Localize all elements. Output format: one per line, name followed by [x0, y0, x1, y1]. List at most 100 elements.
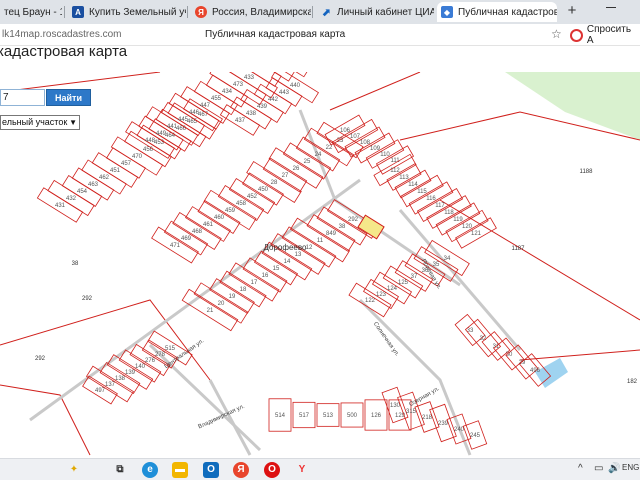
- parcel-number: 449: [156, 131, 167, 137]
- parcel-number: 470: [132, 154, 143, 160]
- parcel-number: 437: [235, 118, 246, 124]
- parcel-number: 439: [257, 104, 268, 110]
- road-line: [148, 343, 262, 452]
- parcel-number: 22: [326, 145, 333, 151]
- parcel-number: 29: [519, 360, 526, 366]
- object-type-value: ельный участок: [2, 117, 68, 127]
- parcel-number: 315: [406, 409, 417, 415]
- opera-icon[interactable]: O: [264, 462, 280, 478]
- edge-icon[interactable]: e: [142, 462, 158, 478]
- tab-cian[interactable]: ⬈ Личный кабинет ЦИАН: [316, 2, 434, 22]
- forest-area: [505, 72, 640, 140]
- parcel-number: 457: [121, 161, 132, 167]
- parcel-number: 441: [167, 124, 178, 130]
- parcel-number: 38: [72, 261, 79, 267]
- parcel-number: 19: [229, 294, 236, 300]
- tab-label: Купить Земельный участ: [89, 6, 186, 18]
- cadastre-icon: ◆: [441, 6, 453, 18]
- tab-yandex-maps[interactable]: Я Россия, Владимирская о: [191, 2, 311, 22]
- language-indicator[interactable]: ENG: [622, 463, 639, 472]
- parcel-number: 432: [66, 196, 77, 202]
- parcel-number: 500: [347, 413, 358, 419]
- parcel-number: 452: [247, 194, 258, 200]
- parcel-number: 21: [207, 308, 214, 314]
- cadastral-map[interactable]: 431 432 454 463 462 451 457 470 456 453 464 466 465 4…: [0, 72, 640, 458]
- tab-avito-land[interactable]: A Купить Земельный участ: [68, 2, 186, 22]
- parcel-number: 468: [192, 229, 203, 235]
- parcel-number: 17: [251, 280, 258, 286]
- parcel-number: 460: [214, 215, 225, 221]
- parcel-number: 14: [284, 259, 291, 265]
- search-button[interactable]: Найти: [46, 89, 91, 106]
- object-type-select[interactable]: ельный участок ▼: [0, 115, 80, 130]
- parcel-number: 443: [279, 90, 290, 96]
- tab-cadastre-map[interactable]: ◆ Публичная кадастрова ✕: [437, 2, 557, 22]
- parcel-number: 431: [55, 203, 66, 209]
- parcel-number: 110: [380, 152, 390, 158]
- parcel-number: 123: [376, 292, 387, 298]
- parcel-number: 278: [155, 352, 166, 358]
- tab-label: Публичная кадастрова: [458, 6, 557, 18]
- parcel-number: 433: [244, 75, 255, 81]
- parcel-number: 109: [370, 146, 381, 152]
- yandex-icon[interactable]: Y: [294, 462, 310, 478]
- copilot-icon[interactable]: ✦: [66, 462, 82, 478]
- parcel-number: 31: [493, 344, 500, 350]
- parcel-number: 38: [339, 224, 346, 230]
- parcel-number: 28: [271, 180, 278, 186]
- parcel-number: 849: [326, 231, 337, 237]
- parcel-number: 469: [181, 236, 192, 242]
- parcel-number: 125: [398, 280, 409, 286]
- map-canvas[interactable]: 4314324544634624514574704564534644664654…: [0, 72, 640, 458]
- volume-icon[interactable]: 🔊: [608, 463, 620, 474]
- new-tab-button[interactable]: +: [563, 2, 581, 20]
- parcel-number: 454: [77, 189, 88, 195]
- street-label: Озерная ул.: [408, 386, 440, 408]
- minimize-icon[interactable]: [606, 7, 616, 8]
- parcel-number: 124: [387, 286, 398, 292]
- boundary-line: [439, 199, 640, 321]
- parcel-number: 445: [178, 117, 189, 123]
- parcel-number: 292: [35, 356, 46, 362]
- parcel-number: 455: [211, 96, 222, 102]
- avito-icon: A: [72, 6, 84, 18]
- parcel-number: 292: [348, 217, 359, 223]
- yandex-browser-icon[interactable]: Я: [233, 462, 249, 478]
- parcel-number: 514: [275, 413, 286, 419]
- parcel-number: 245: [470, 433, 481, 439]
- tray-overflow-icon[interactable]: ^: [578, 463, 583, 474]
- tab-browns-house[interactable]: тец Браун - 10 с: [0, 2, 62, 22]
- parcel-number: 24: [315, 152, 322, 158]
- parcel-number: 11: [317, 238, 324, 244]
- parcel-number: 140: [135, 364, 146, 370]
- page-heading: кадастровая карта: [0, 43, 128, 60]
- outlook-icon[interactable]: O: [203, 462, 219, 478]
- file-explorer-icon[interactable]: ▬: [172, 462, 188, 478]
- taskbar: ✦ ⧉ e ▬ O Я O Y ^ ▭ 🔊 ENG: [0, 458, 640, 480]
- parcel-number: 20: [218, 301, 225, 307]
- browser-tab-bar: тец Браун - 10 с A Купить Земельный учас…: [0, 0, 640, 24]
- alice-icon: [570, 28, 583, 42]
- parcel-number: 35: [433, 262, 440, 268]
- task-view-icon[interactable]: ⧉: [112, 462, 128, 478]
- boundary-line: [519, 349, 640, 361]
- parcel-number: 447: [200, 103, 211, 109]
- parcel-number: 137: [105, 382, 116, 388]
- parcel-number: 440: [290, 83, 301, 89]
- parcel-number: 461: [203, 222, 214, 228]
- ask-alice-button[interactable]: Спросить А: [570, 24, 640, 46]
- boundary-line: [329, 72, 421, 111]
- tab-separator: [312, 6, 313, 18]
- parcel-number: 26: [293, 166, 300, 172]
- locality-label: Дорофеево: [264, 243, 307, 252]
- parcel-number: 18: [240, 287, 247, 293]
- parcel-number: 33: [467, 328, 474, 334]
- monitor-icon[interactable]: ▭: [594, 463, 603, 474]
- url-field[interactable]: lk14map.roscadastres.com: [2, 29, 122, 40]
- parcel-number: 446: [189, 110, 200, 116]
- bookmark-icon[interactable]: ☆: [551, 27, 562, 41]
- parcel-number: 15: [273, 266, 280, 272]
- cadastral-number-input[interactable]: 7: [0, 89, 45, 106]
- street-label: Владимирская ул.: [197, 404, 246, 431]
- page-title: Публичная кадастровая карта: [205, 29, 346, 40]
